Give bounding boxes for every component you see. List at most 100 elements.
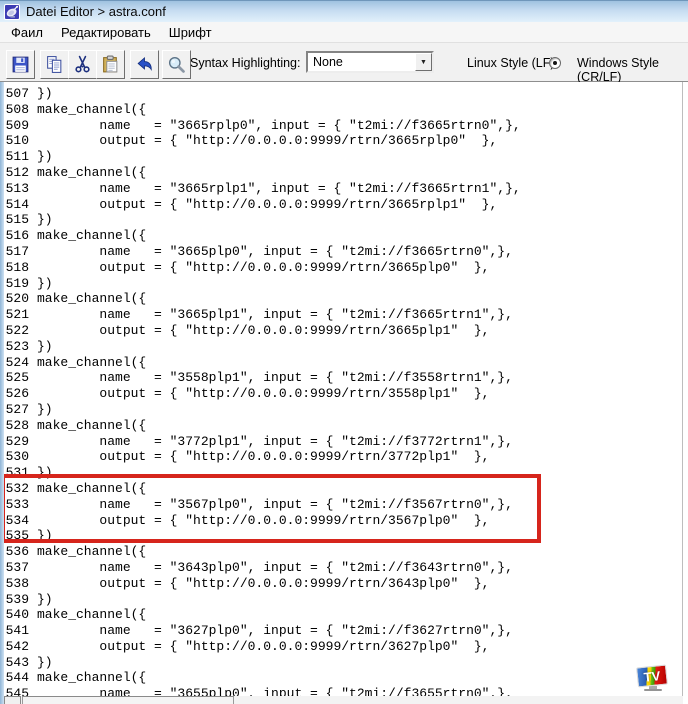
code-line: 515}) [4,212,682,228]
search-button[interactable] [162,50,191,79]
syntax-highlighting-label: Syntax Highlighting: [190,56,300,70]
tv-logo-base [644,689,662,691]
code-line: 531}) [4,465,682,481]
syntax-highlighting-dropdown[interactable]: None ▼ [306,51,434,73]
cut-button[interactable] [68,50,97,79]
line-number: 522 [4,323,37,339]
code-line: 545 name = "3655plp0", input = { "t2mi:/… [4,686,682,696]
line-number: 509 [4,118,37,134]
code-text: output = { "http://0.0.0.0:9999/rtrn/356… [37,513,489,528]
line-number: 536 [4,544,37,560]
code-text: name = "3655plp0", input = { "t2mi://f36… [37,686,513,696]
menu-file[interactable]: Фаил [2,23,52,42]
line-number: 518 [4,260,37,276]
line-number: 527 [4,402,37,418]
line-number: 544 [4,670,37,686]
code-text: make_channel({ [37,481,146,496]
code-line: 539}) [4,592,682,608]
line-number: 507 [4,86,37,102]
undo-icon [135,55,154,74]
code-area[interactable]: 507})508make_channel({509 name = "3665rp… [4,82,683,696]
code-text: name = "3665rplp1", input = { "t2mi://f3… [37,181,521,196]
code-text: name = "3665rplp0", input = { "t2mi://f3… [37,118,521,133]
radio-selected-dot [553,61,557,65]
code-line: 514 output = { "http://0.0.0.0:9999/rtrn… [4,197,682,213]
code-text: name = "3627plp0", input = { "t2mi://f36… [37,623,513,638]
save-button[interactable] [6,50,35,79]
code-line: 510 output = { "http://0.0.0.0:9999/rtrn… [4,133,682,149]
code-line: 532make_channel({ [4,481,682,497]
code-text: make_channel({ [37,670,146,685]
code-text: output = { "http://0.0.0.0:9999/rtrn/366… [37,323,489,338]
code-line: 526 output = { "http://0.0.0.0:9999/rtrn… [4,386,682,402]
line-number: 531 [4,465,37,481]
line-number: 530 [4,449,37,465]
code-line: 527}) [4,402,682,418]
title-bar: Datei Editor > astra.conf [0,0,688,22]
code-text: output = { "http://0.0.0.0:9999/rtrn/355… [37,386,489,401]
code-line: 543}) [4,655,682,671]
line-number: 508 [4,102,37,118]
code-text: name = "3558plp1", input = { "t2mi://f35… [37,370,513,385]
save-icon [11,55,30,74]
line-number: 539 [4,592,37,608]
code-line: 521 name = "3665plp1", input = { "t2mi:/… [4,307,682,323]
scroll-left-button[interactable] [4,696,21,704]
code-line: 541 name = "3627plp0", input = { "t2mi:/… [4,623,682,639]
code-line: 525 name = "3558plp1", input = { "t2mi:/… [4,370,682,386]
line-number: 529 [4,434,37,450]
code-text: make_channel({ [37,165,146,180]
line-number: 525 [4,370,37,386]
line-number: 519 [4,276,37,292]
code-text: output = { "http://0.0.0.0:9999/rtrn/366… [37,260,489,275]
line-number: 532 [4,481,37,497]
menu-font[interactable]: Шрифт [160,23,221,42]
code-line: 512make_channel({ [4,165,682,181]
satellite-dish-icon [4,4,20,20]
code-text: output = { "http://0.0.0.0:9999/rtrn/364… [37,576,489,591]
code-text: make_channel({ [37,607,146,622]
code-text: name = "3643plp0", input = { "t2mi://f36… [37,560,513,575]
paste-icon [101,55,120,74]
code-line: 542 output = { "http://0.0.0.0:9999/rtrn… [4,639,682,655]
code-text: }) [37,149,53,164]
code-text: output = { "http://0.0.0.0:9999/rtrn/366… [37,133,497,148]
code-line: 529 name = "3772plp1", input = { "t2mi:/… [4,434,682,450]
undo-button[interactable] [130,50,159,79]
paste-button[interactable] [96,50,125,79]
linux-style-label: Linux Style (LF) [467,56,555,70]
code-text: make_channel({ [37,418,146,433]
line-number: 545 [4,686,37,696]
line-number: 540 [4,607,37,623]
code-line: 538 output = { "http://0.0.0.0:9999/rtrn… [4,576,682,592]
code-line: 508make_channel({ [4,102,682,118]
menu-edit[interactable]: Редактировать [52,23,160,42]
line-number: 521 [4,307,37,323]
code-text: make_channel({ [37,102,146,117]
syntax-highlighting-value: None [313,55,343,69]
code-text: }) [37,86,53,101]
line-number: 534 [4,513,37,529]
code-text: }) [37,592,53,607]
linux-style-radio[interactable] [549,57,561,69]
scrollbar-thumb[interactable] [22,696,234,704]
code-line: 513 name = "3665rplp1", input = { "t2mi:… [4,181,682,197]
chevron-down-icon[interactable]: ▼ [415,53,432,71]
line-number: 520 [4,291,37,307]
line-number: 542 [4,639,37,655]
copy-button[interactable] [40,50,69,79]
code-line: 519}) [4,276,682,292]
line-number: 541 [4,623,37,639]
code-text: }) [37,528,53,543]
tv-logo: TV [636,666,670,694]
line-number: 543 [4,655,37,671]
line-number: 510 [4,133,37,149]
line-number: 516 [4,228,37,244]
code-text: output = { "http://0.0.0.0:9999/rtrn/362… [37,639,489,654]
horizontal-scrollbar[interactable] [4,696,683,704]
line-number: 523 [4,339,37,355]
code-text: make_channel({ [37,544,146,559]
code-text: output = { "http://0.0.0.0:9999/rtrn/366… [37,197,497,212]
line-number: 537 [4,560,37,576]
line-number: 538 [4,576,37,592]
